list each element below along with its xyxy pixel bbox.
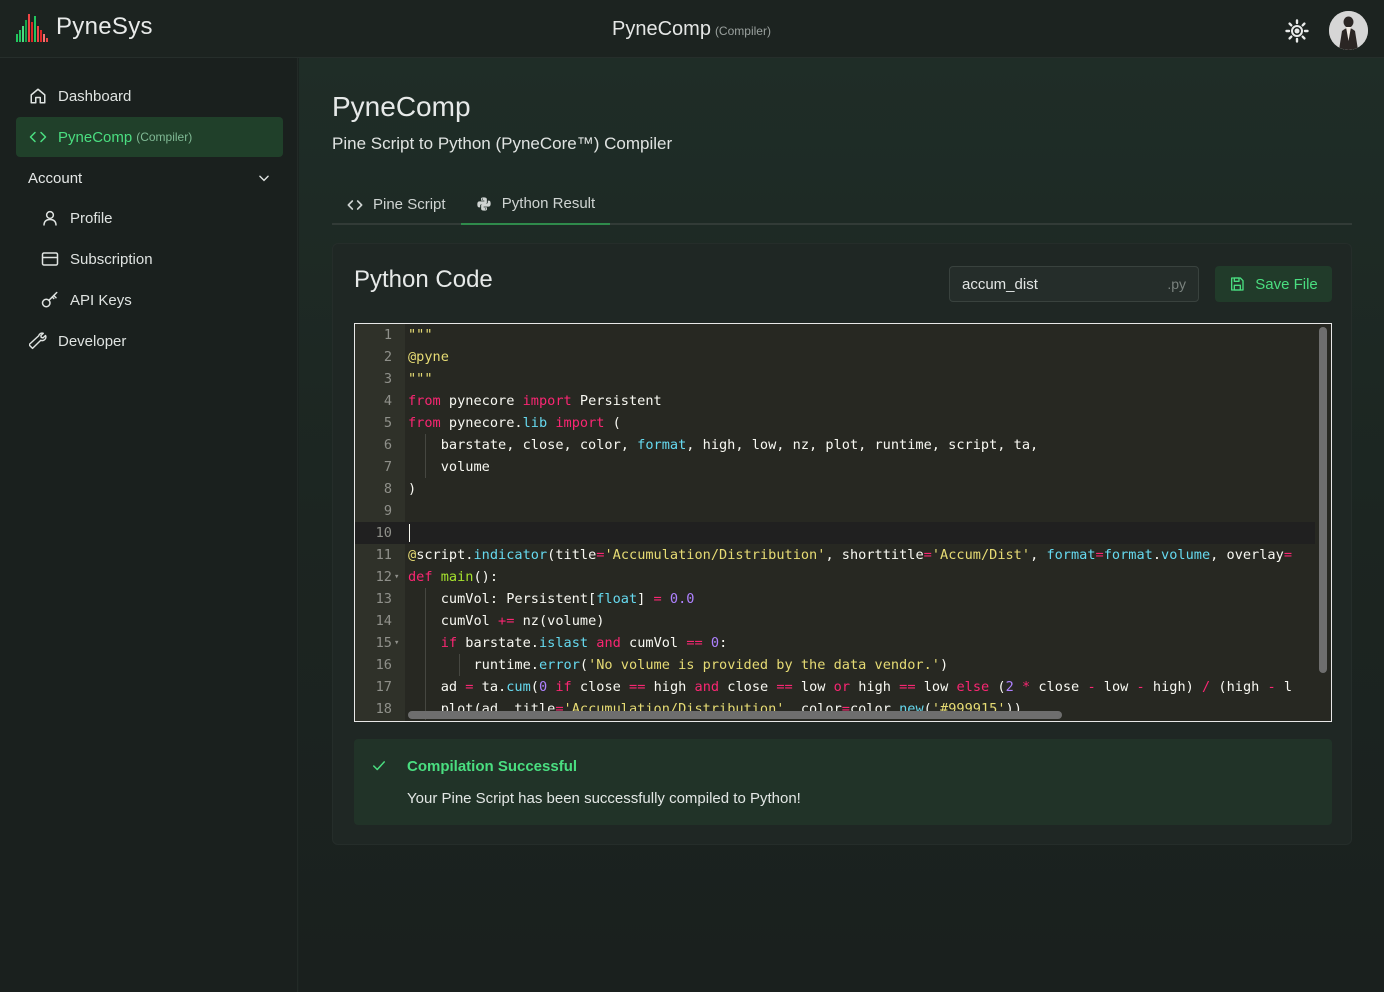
code-text: def main(): xyxy=(408,569,499,585)
code-line: 16 runtime.error('No volume is provided … xyxy=(355,654,1315,676)
code-line: 13 cumVol: Persistent[float] = 0.0 xyxy=(355,588,1315,610)
sidebar-item-label: API Keys xyxy=(70,291,132,309)
card-title: Python Code xyxy=(354,266,493,293)
sidebar-item-label: Dashboard xyxy=(58,87,132,105)
app-title-main: PyneComp xyxy=(612,18,711,40)
page-title: PyneComp xyxy=(332,91,471,122)
code-editor[interactable]: 1 """ 2 @pyne 3 """ 4 from pynecore import P… xyxy=(354,323,1332,722)
tab-python-result[interactable]: Python Result xyxy=(461,184,610,225)
tab-label: Python Result xyxy=(501,195,596,212)
code-line: 3 """ xyxy=(383,371,433,387)
code-text: @pyne xyxy=(408,349,449,365)
vertical-scrollbar[interactable] xyxy=(1319,327,1327,673)
save-button-label: Save File xyxy=(1255,275,1318,293)
sidebar-item-dashboard[interactable]: Dashboard xyxy=(16,76,283,116)
code-line: 5 from pynecore.lib import ( xyxy=(355,412,1315,434)
code-text: @script.indicator(title='Accumulation/Di… xyxy=(408,547,1292,563)
python-code-card: Python Code .py Save File 1""" 2@pyne 3"… xyxy=(332,243,1352,845)
home-icon xyxy=(28,86,48,106)
app-title: PyneComp (Compiler) xyxy=(612,18,771,41)
user-icon xyxy=(40,208,60,228)
fold-arrow-icon[interactable]: ▾ xyxy=(394,632,399,654)
chevron-down-icon xyxy=(259,175,269,182)
key-icon xyxy=(40,290,60,310)
code-text: """ xyxy=(408,327,433,343)
code-text: cumVol: Persistent[float] = 0.0 xyxy=(408,591,695,607)
code-line-current: 10 xyxy=(355,522,1315,544)
sidebar-item-profile[interactable]: Profile xyxy=(16,198,283,238)
user-avatar[interactable] xyxy=(1329,11,1368,50)
code-text: runtime.error('No volume is provided by … xyxy=(408,657,949,673)
sidebar-item-developer[interactable]: Developer xyxy=(16,321,283,361)
logo-bars-icon xyxy=(16,14,48,42)
python-icon xyxy=(476,196,492,212)
filename-field[interactable]: .py xyxy=(949,266,1199,302)
credit-card-icon xyxy=(40,249,60,269)
sidebar-item-subscription[interactable]: Subscription xyxy=(16,239,283,279)
filename-input[interactable] xyxy=(962,275,1142,293)
main-content: PyneComp Pine Script to Python (PyneCore… xyxy=(299,58,1384,992)
page-subtitle: Pine Script to Python (PyneCore™) Compil… xyxy=(332,134,673,153)
tab-label: Pine Script xyxy=(373,196,446,213)
success-alert: Compilation Successful Your Pine Script … xyxy=(354,739,1332,825)
code-line: 6 barstate, close, color, format, high, … xyxy=(355,434,1315,456)
code-text: from pynecore.lib import ( xyxy=(408,415,621,431)
logo[interactable]: PyneSys xyxy=(16,10,153,44)
text-cursor xyxy=(409,524,410,542)
code-line: 14 cumVol += nz(volume) xyxy=(355,610,1315,632)
sidebar: Dashboard PyneComp (Compiler) Account Pro… xyxy=(0,58,298,992)
code-line: 2 @pyne xyxy=(383,349,449,365)
section-label: Account xyxy=(28,169,83,187)
code-line: 9 xyxy=(383,503,392,519)
code-text: cumVol += nz(volume) xyxy=(408,613,605,629)
save-file-button[interactable]: Save File xyxy=(1215,266,1332,302)
sidebar-item-label: Subscription xyxy=(70,250,153,268)
code-line: 8) xyxy=(355,478,1315,500)
sidebar-item-label: Profile xyxy=(70,209,113,227)
sidebar-item-label: PyneComp xyxy=(58,128,133,146)
alert-message: Your Pine Script has been successfully c… xyxy=(407,790,801,807)
sidebar-item-pynecomp[interactable]: PyneComp (Compiler) xyxy=(16,117,283,157)
code-text: barstate, close, color, format, high, lo… xyxy=(408,437,1039,453)
code-text: """ xyxy=(408,371,433,387)
code-brackets-icon xyxy=(347,197,363,213)
code-line: 7 volume xyxy=(355,456,1315,478)
horizontal-scrollbar[interactable] xyxy=(408,711,1062,719)
sidebar-section-account[interactable]: Account xyxy=(16,158,283,198)
logo-text: PyneSys xyxy=(56,13,153,40)
code-line: 12 ▾ def main(): xyxy=(355,566,1315,588)
checkmark-icon xyxy=(372,761,386,771)
floppy-disk-icon xyxy=(1231,277,1244,291)
code-text: if barstate.islast and cumVol == 0: xyxy=(440,635,728,651)
sun-icon[interactable] xyxy=(1285,19,1309,43)
tab-pine-script[interactable]: Pine Script xyxy=(347,184,460,225)
sidebar-item-api-keys[interactable]: API Keys xyxy=(16,280,283,320)
tab-bar: Pine Script Python Result xyxy=(332,184,1352,225)
file-extension: .py xyxy=(1167,276,1186,292)
code-line: 15 ▾ if barstate.islast and cumVol == 0: xyxy=(355,632,1315,654)
code-text: ) xyxy=(408,481,417,497)
code-text: from pynecore import Persistent xyxy=(408,393,662,409)
code-line: 4 from pynecore import Persistent xyxy=(355,390,1315,412)
code-line: 1 """ xyxy=(383,327,433,343)
code-line: 11 @script.indicator(title='Accumulation/… xyxy=(355,544,1315,566)
code-text: ad = ta.cum(0 if close == high and close… xyxy=(408,679,1293,695)
app-title-sub: (Compiler) xyxy=(714,24,771,38)
top-bar: PyneSys PyneComp (Compiler) xyxy=(0,0,1384,58)
sidebar-item-sublabel: (Compiler) xyxy=(136,130,193,144)
code-brackets-icon xyxy=(28,127,48,147)
avatar-figure-icon xyxy=(1329,11,1368,50)
alert-title: Compilation Successful xyxy=(407,758,578,775)
sidebar-item-label: Developer xyxy=(58,332,127,350)
code-line: 17 ad = ta.cum(0 if close == high and cl… xyxy=(355,676,1315,698)
fold-arrow-icon[interactable]: ▾ xyxy=(394,566,399,588)
code-text: volume xyxy=(408,459,490,475)
wrench-icon xyxy=(28,331,48,351)
